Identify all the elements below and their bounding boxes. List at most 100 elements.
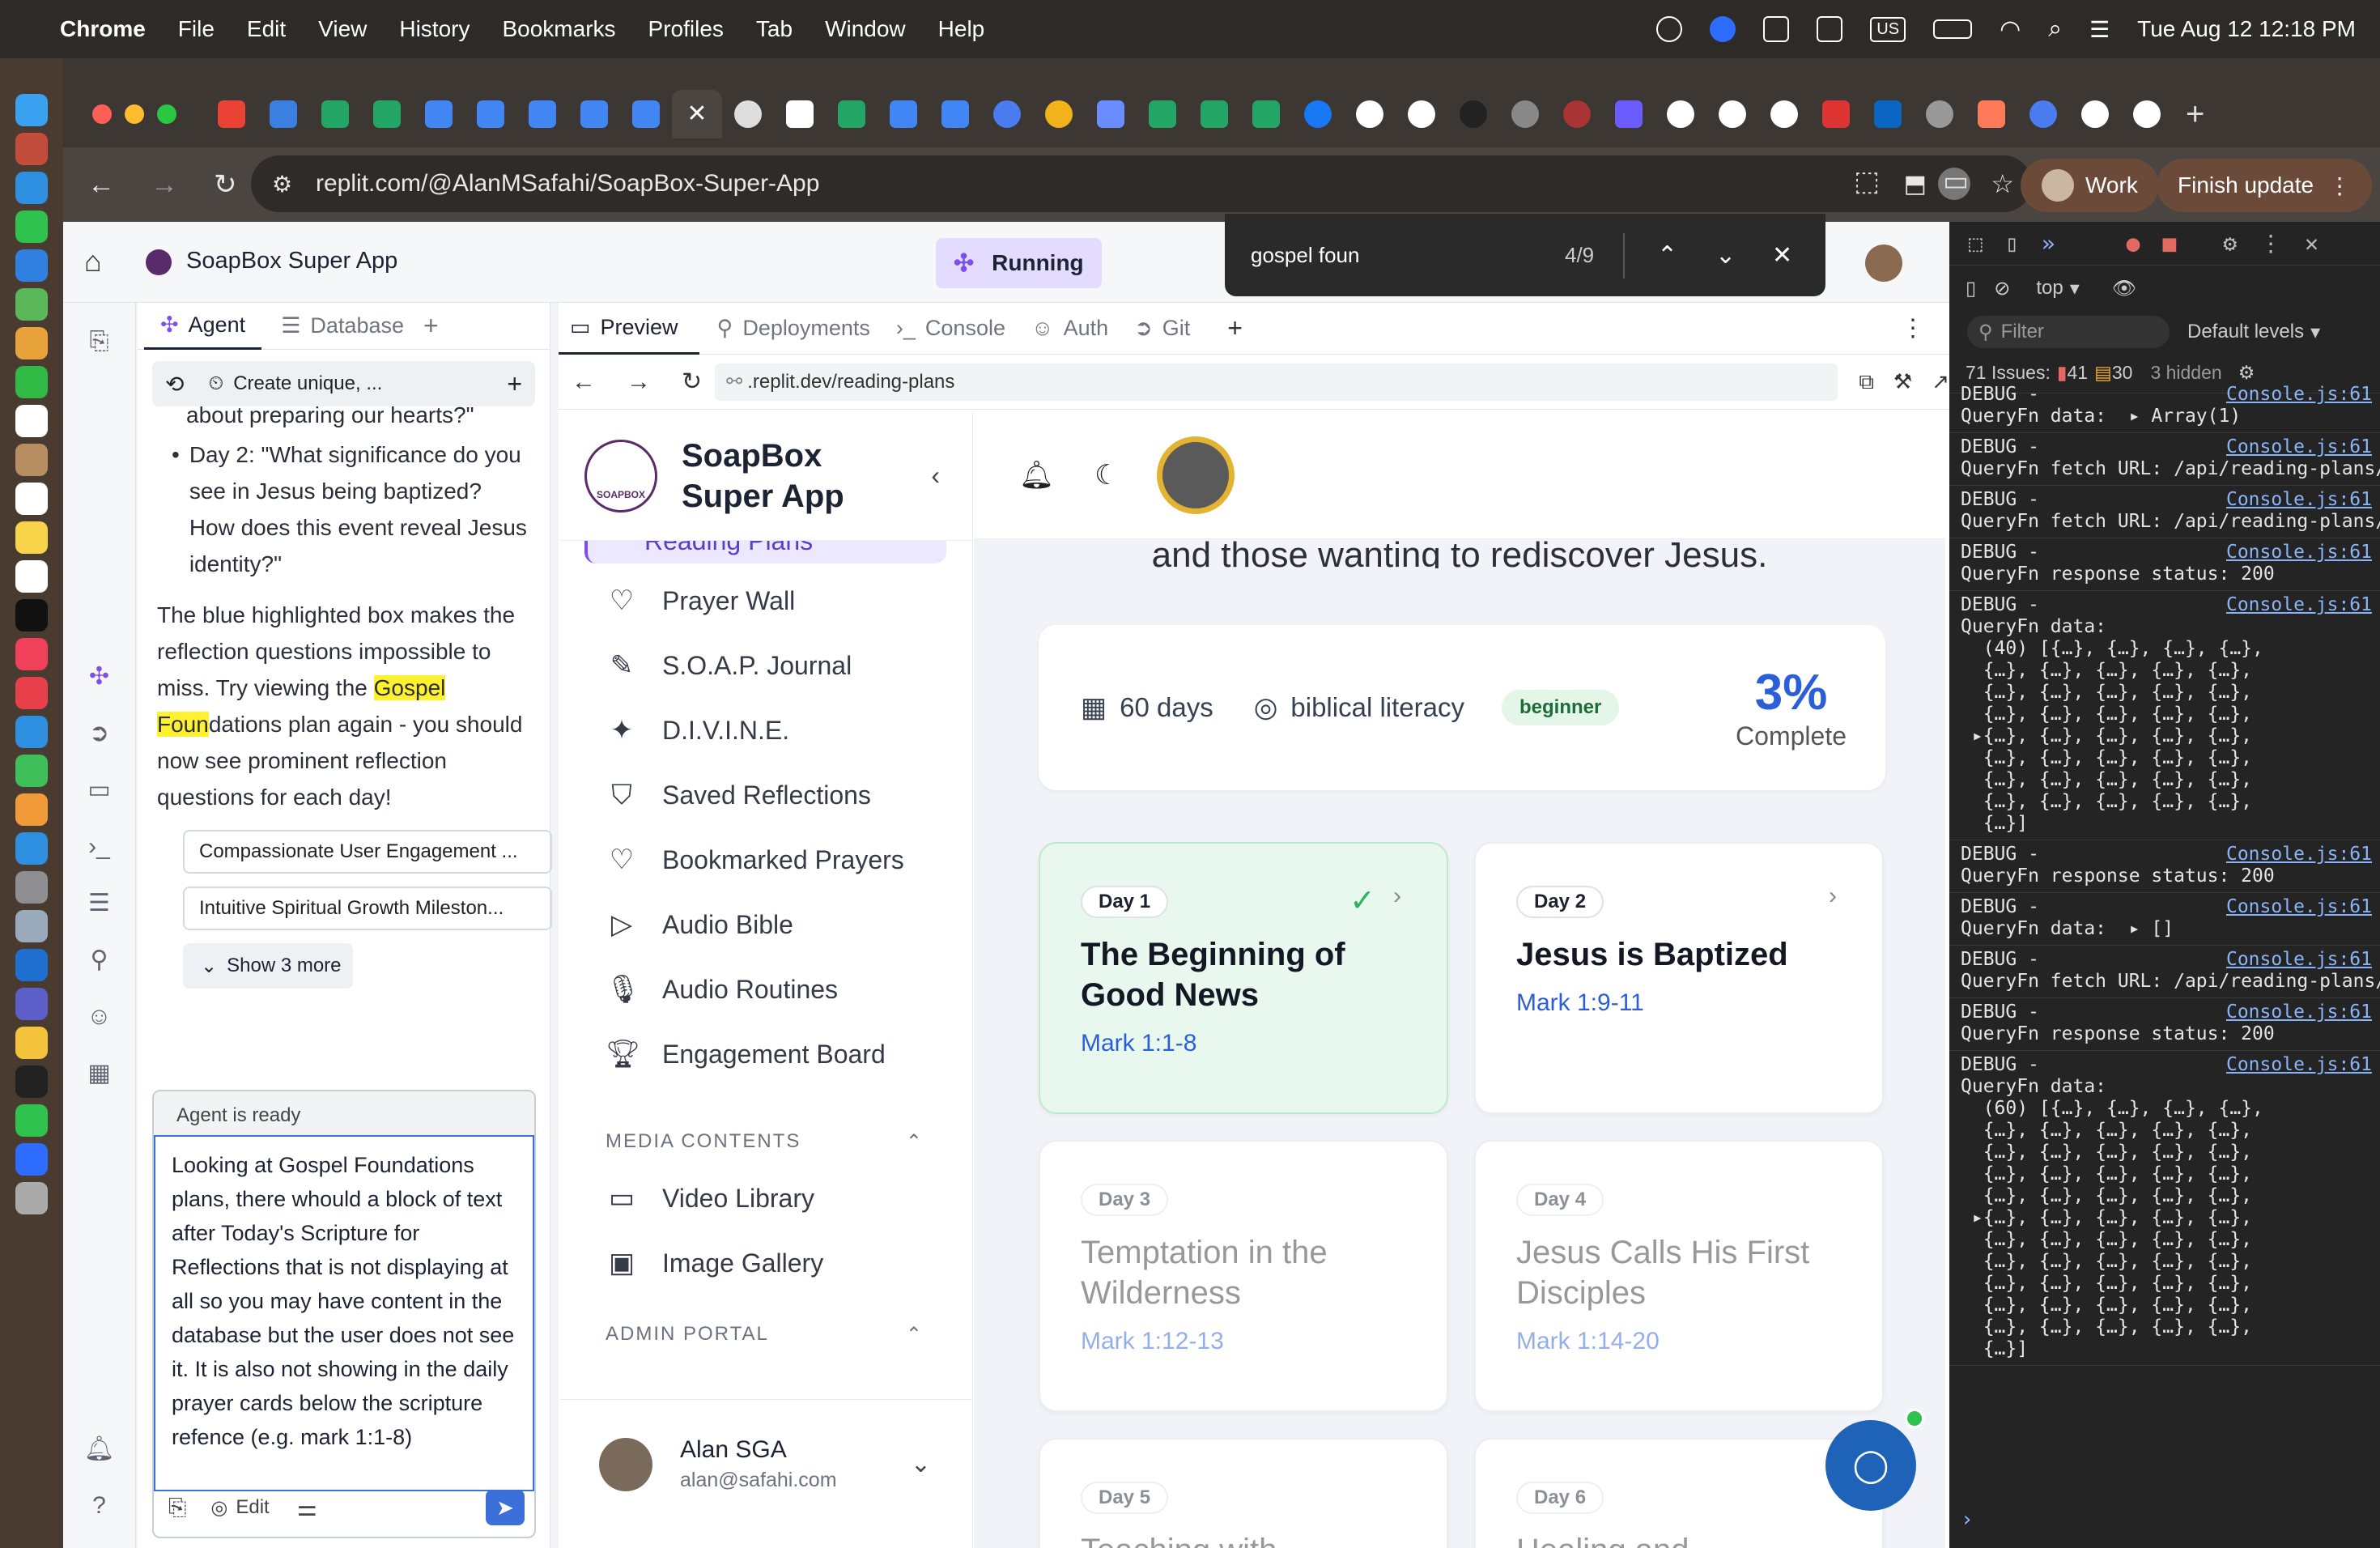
console-log-entry[interactable]: DEBUG - Console.js:61 QueryFn fetch URL: /… bbox=[1949, 946, 2380, 998]
tab-database[interactable]: ☰ Database bbox=[261, 303, 412, 350]
side-panel-icon[interactable]: ▭ bbox=[1943, 165, 1969, 198]
keyboard-us-icon[interactable]: US bbox=[1870, 16, 1906, 42]
tab-globe-icon[interactable] bbox=[993, 100, 1021, 128]
tab-docs-icon[interactable] bbox=[425, 100, 453, 128]
warning-count-icon[interactable]: ■ bbox=[2162, 230, 2176, 257]
more-tabs-icon[interactable]: » bbox=[2042, 230, 2055, 257]
app-store-icon[interactable] bbox=[15, 832, 48, 865]
device-toolbar-icon[interactable]: ▯ bbox=[2005, 230, 2019, 257]
day-card[interactable]: Day 6 Healing and bbox=[1474, 1438, 1884, 1548]
numbers-icon[interactable] bbox=[15, 755, 48, 787]
console-log-entry[interactable]: DEBUG - Console.js:61 QueryFn response sta… bbox=[1949, 998, 2380, 1051]
new-tab-button[interactable]: + bbox=[2186, 96, 2204, 133]
media-section-header[interactable]: MEDIA CONTENTS ⌃ bbox=[560, 1125, 972, 1158]
nav-image-gallery[interactable]: ▣ Image Gallery bbox=[560, 1231, 972, 1295]
tab-facebook-icon[interactable] bbox=[1304, 100, 1332, 128]
find-next-icon[interactable]: ⌄ bbox=[1715, 241, 1736, 270]
issues-error-count[interactable]: 41 bbox=[2068, 362, 2089, 384]
log-source-link[interactable]: Console.js:61 bbox=[2226, 844, 2372, 865]
day-card[interactable]: Day 5 Teaching with bbox=[1039, 1438, 1448, 1548]
tab-video-icon[interactable] bbox=[1615, 100, 1643, 128]
console-settings-icon[interactable]: ⚙ bbox=[2238, 362, 2255, 384]
chrome-dock-icon[interactable] bbox=[15, 1027, 48, 1059]
menu-history[interactable]: History bbox=[399, 16, 470, 42]
preview-url-field[interactable]: ⚯ .replit.dev/reading-plans bbox=[715, 363, 1838, 401]
tab-google-icon[interactable] bbox=[1719, 100, 1746, 128]
log-source-link[interactable]: Console.js:61 bbox=[2226, 489, 2372, 511]
log-source-link[interactable]: Console.js:61 bbox=[2226, 436, 2372, 458]
tab-openai-icon[interactable] bbox=[734, 100, 762, 128]
control-center-icon[interactable]: ☰ bbox=[2089, 16, 2110, 43]
notes-icon[interactable] bbox=[15, 521, 48, 554]
menu-view[interactable]: View bbox=[318, 16, 367, 42]
tab-google-icon[interactable] bbox=[2133, 100, 2161, 128]
install-app-icon[interactable]: ⬒ bbox=[1904, 170, 1927, 198]
bookmark-star-icon[interactable]: ☆ bbox=[1991, 168, 2014, 199]
agent-nav-icon[interactable]: ✣ bbox=[82, 659, 117, 695]
minimize-window-icon[interactable] bbox=[125, 104, 144, 124]
active-tab[interactable]: ✕ bbox=[672, 90, 722, 138]
terminal-icon[interactable] bbox=[15, 1065, 48, 1098]
clock[interactable]: Tue Aug 12 12:18 PM bbox=[2137, 16, 2356, 42]
console-log-entry[interactable]: DEBUG - Console.js:61 QueryFn data: ▸ Arra… bbox=[1949, 381, 2380, 433]
reminders-icon[interactable] bbox=[15, 483, 48, 515]
console-log-entry[interactable]: DEBUG - Console.js:61 QueryFn response sta… bbox=[1949, 538, 2380, 591]
devtools-close-icon[interactable]: ✕ bbox=[2305, 230, 2318, 257]
site-settings-icon[interactable]: ⚙ bbox=[272, 171, 292, 198]
find-prev-icon[interactable]: ⌃ bbox=[1657, 241, 1677, 270]
launchpad-icon[interactable] bbox=[15, 133, 48, 165]
tab-docs-icon[interactable] bbox=[941, 100, 969, 128]
tab-agent[interactable]: ✣ Agent bbox=[144, 302, 262, 350]
tab-x-icon[interactable] bbox=[786, 100, 814, 128]
suggestion-chip[interactable]: Intuitive Spiritual Growth Mileston... bbox=[183, 887, 552, 930]
issues-label[interactable]: 71 Issues: bbox=[1966, 362, 2051, 384]
database-nav-icon[interactable]: ☰ bbox=[82, 886, 117, 921]
clear-console-icon[interactable]: ⊘ bbox=[1994, 277, 2010, 300]
log-source-link[interactable]: Console.js:61 bbox=[2226, 1002, 2372, 1023]
menu-file[interactable]: File bbox=[178, 16, 215, 42]
tab-hubspot-icon[interactable] bbox=[1978, 100, 2005, 128]
home-icon[interactable]: ⌂ bbox=[84, 245, 102, 279]
filter-input[interactable]: ⚲ Filter bbox=[1967, 316, 2170, 348]
open-new-tab-icon[interactable]: ↗ bbox=[1932, 369, 1949, 394]
tab-docs-icon[interactable] bbox=[890, 100, 917, 128]
tab-coin-icon[interactable] bbox=[1045, 100, 1073, 128]
news-icon[interactable] bbox=[15, 677, 48, 709]
issues-warning-count[interactable]: 30 bbox=[2112, 362, 2133, 384]
day-card[interactable]: Day 4 Jesus Calls His First Disciples Ma… bbox=[1474, 1140, 1884, 1412]
suggestion-chip[interactable]: Compassionate User Engagement ... bbox=[183, 830, 552, 874]
finish-update-button[interactable]: Finish update ⋮ bbox=[2157, 159, 2373, 212]
nav-saved-reflections[interactable]: ⛉ Saved Reflections bbox=[560, 763, 972, 827]
log-levels-select[interactable]: Default levels bbox=[2187, 321, 2304, 343]
project-name[interactable]: SoapBox Super App bbox=[186, 248, 397, 274]
address-bar[interactable]: ⚙ replit.com/@AlanMSafahi/SoapBox-Super-… bbox=[251, 155, 2032, 212]
photos-icon[interactable] bbox=[15, 327, 48, 359]
tab-docs-icon[interactable] bbox=[580, 100, 608, 128]
run-status[interactable]: ✣ Running bbox=[936, 238, 1102, 288]
console-log-entry[interactable]: DEBUG - Console.js:61 QueryFn data: (60) [… bbox=[1949, 1051, 2380, 1366]
nav-divine[interactable]: ✦ D.I.V.I.N.E. bbox=[560, 698, 972, 763]
zoom-window-icon[interactable] bbox=[157, 104, 176, 124]
settings-icon[interactable] bbox=[15, 871, 48, 904]
agent-input[interactable]: Looking at Gospel Foundations plans, the… bbox=[154, 1135, 534, 1491]
facetime-icon[interactable] bbox=[15, 366, 48, 398]
tab-sheets-icon[interactable] bbox=[1201, 100, 1228, 128]
nav-audio-bible[interactable]: ▷ Audio Bible bbox=[560, 892, 972, 957]
files-icon[interactable]: ⎘ bbox=[82, 324, 117, 359]
active-nav-item[interactable]: Reading Plans bbox=[584, 541, 946, 563]
add-tab-icon[interactable]: + bbox=[423, 311, 439, 341]
tab-linkedin-icon[interactable] bbox=[1874, 100, 1902, 128]
apps-nav-icon[interactable]: ▦ bbox=[82, 1056, 117, 1091]
zoom-icon[interactable] bbox=[1710, 16, 1736, 42]
nav-audio-routines[interactable]: 🎙︎ Audio Routines bbox=[560, 957, 972, 1022]
context-select[interactable]: top bbox=[2036, 277, 2063, 300]
freeform-icon[interactable] bbox=[15, 560, 48, 593]
attach-icon[interactable]: ⎘ bbox=[168, 1495, 186, 1521]
wifi-icon[interactable]: ◠ bbox=[2000, 15, 2021, 44]
password-icon[interactable] bbox=[1656, 16, 1683, 42]
log-source-link[interactable]: Console.js:61 bbox=[2226, 384, 2372, 406]
preview-icon[interactable] bbox=[15, 910, 48, 942]
pages-icon[interactable] bbox=[15, 793, 48, 826]
tab-google-icon[interactable] bbox=[1667, 100, 1694, 128]
log-source-link[interactable]: Console.js:61 bbox=[2226, 896, 2372, 918]
